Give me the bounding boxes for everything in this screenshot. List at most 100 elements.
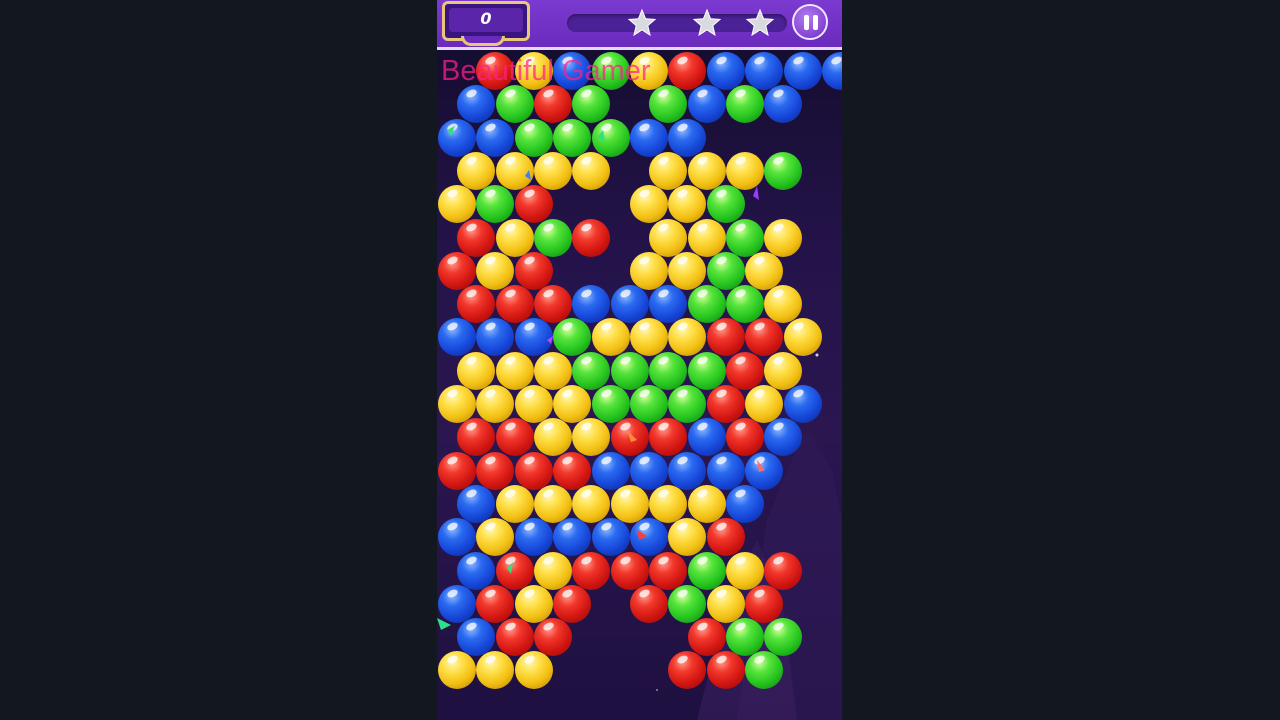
green-bubble [630, 385, 668, 423]
pause-icon [804, 15, 809, 30]
blue-bubble [726, 484, 764, 523]
blue-bubble [630, 518, 668, 557]
red-bubble [476, 451, 515, 490]
red-bubble [438, 251, 476, 290]
blue-bubble [668, 118, 707, 157]
yellow-bubble [591, 318, 630, 357]
yellow-bubble [514, 584, 553, 623]
score-panel: 0 [442, 1, 530, 41]
bubble-grid[interactable] [437, 0, 842, 720]
yellow-bubble [514, 385, 553, 423]
blue-bubble [438, 584, 476, 623]
red-bubble [553, 451, 592, 490]
green-bubble [668, 584, 707, 623]
green-bubble [649, 351, 688, 390]
game-board[interactable]: 0 Beautiful Gamer [437, 0, 842, 720]
blue-bubble [687, 418, 726, 457]
score-panel-tab [461, 36, 505, 46]
blue-bubble [745, 451, 784, 490]
yellow-bubble [534, 151, 572, 190]
yellow-bubble [706, 584, 745, 623]
red-bubble [514, 185, 553, 224]
yellow-bubble [668, 251, 707, 290]
red-bubble [726, 351, 764, 390]
blue-bubble [764, 418, 803, 457]
blue-bubble [764, 85, 803, 124]
yellow-bubble [534, 351, 572, 390]
blue-bubble [514, 518, 553, 557]
yellow-bubble [668, 518, 707, 557]
red-bubble [610, 418, 649, 457]
yellow-bubble [457, 351, 496, 390]
yellow-bubble [687, 151, 726, 190]
top-hud-bar: 0 [437, 0, 842, 50]
green-bubble [764, 618, 803, 657]
yellow-bubble [745, 385, 784, 423]
score-value: 0 [449, 8, 523, 32]
green-bubble [476, 185, 515, 224]
yellow-bubble [495, 151, 534, 190]
green-bubble [591, 385, 630, 423]
yellow-bubble [495, 351, 534, 390]
yellow-bubble [649, 484, 688, 523]
yellow-bubble [476, 518, 515, 557]
red-bubble [534, 618, 572, 657]
green-bubble [745, 651, 784, 690]
blue-bubble [591, 451, 630, 490]
blue-bubble [476, 118, 515, 157]
yellow-bubble [726, 151, 764, 190]
yellow-bubble [649, 151, 688, 190]
red-bubble [649, 418, 688, 457]
blue-bubble [610, 285, 649, 324]
red-bubble [438, 451, 476, 490]
yellow-bubble [687, 484, 726, 523]
yellow-bubble [553, 385, 592, 423]
red-bubble [514, 251, 553, 290]
red-bubble [495, 418, 534, 457]
yellow-bubble [534, 418, 572, 457]
blue-bubble [630, 118, 668, 157]
green-bubble [687, 351, 726, 390]
yellow-bubble [764, 351, 803, 390]
yellow-bubble [495, 218, 534, 257]
red-bubble [514, 451, 553, 490]
star-icon [745, 8, 775, 37]
yellow-bubble [630, 185, 668, 224]
green-bubble [572, 351, 611, 390]
yellow-bubble [534, 551, 572, 590]
yellow-bubble [457, 151, 496, 190]
yellow-bubble [514, 651, 553, 690]
blue-bubble [438, 518, 476, 557]
yellow-bubble [764, 285, 803, 324]
yellow-bubble [572, 418, 611, 457]
green-bubble [591, 118, 630, 157]
red-bubble [706, 518, 745, 557]
yellow-bubble [534, 484, 572, 523]
blue-bubble [438, 318, 476, 357]
blue-bubble [457, 618, 496, 657]
green-bubble [553, 118, 592, 157]
screen-letterbox: 0 Beautiful Gamer [0, 0, 1280, 720]
yellow-bubble [687, 218, 726, 257]
red-bubble [706, 318, 745, 357]
green-bubble [687, 285, 726, 324]
pause-button[interactable] [792, 4, 828, 40]
green-bubble [764, 151, 803, 190]
pause-icon [813, 15, 818, 30]
green-bubble [572, 85, 611, 124]
blue-bubble [822, 52, 842, 90]
blue-bubble [457, 551, 496, 590]
red-bubble [572, 218, 611, 257]
yellow-bubble [745, 251, 784, 290]
green-bubble [668, 385, 707, 423]
blue-bubble [706, 451, 745, 490]
red-bubble [764, 551, 803, 590]
green-bubble [495, 85, 534, 124]
blue-bubble [630, 451, 668, 490]
green-bubble [610, 351, 649, 390]
yellow-bubble [783, 318, 822, 357]
blue-bubble [745, 52, 784, 90]
yellow-bubble [726, 551, 764, 590]
blue-bubble [457, 484, 496, 523]
blue-bubble [457, 85, 496, 124]
